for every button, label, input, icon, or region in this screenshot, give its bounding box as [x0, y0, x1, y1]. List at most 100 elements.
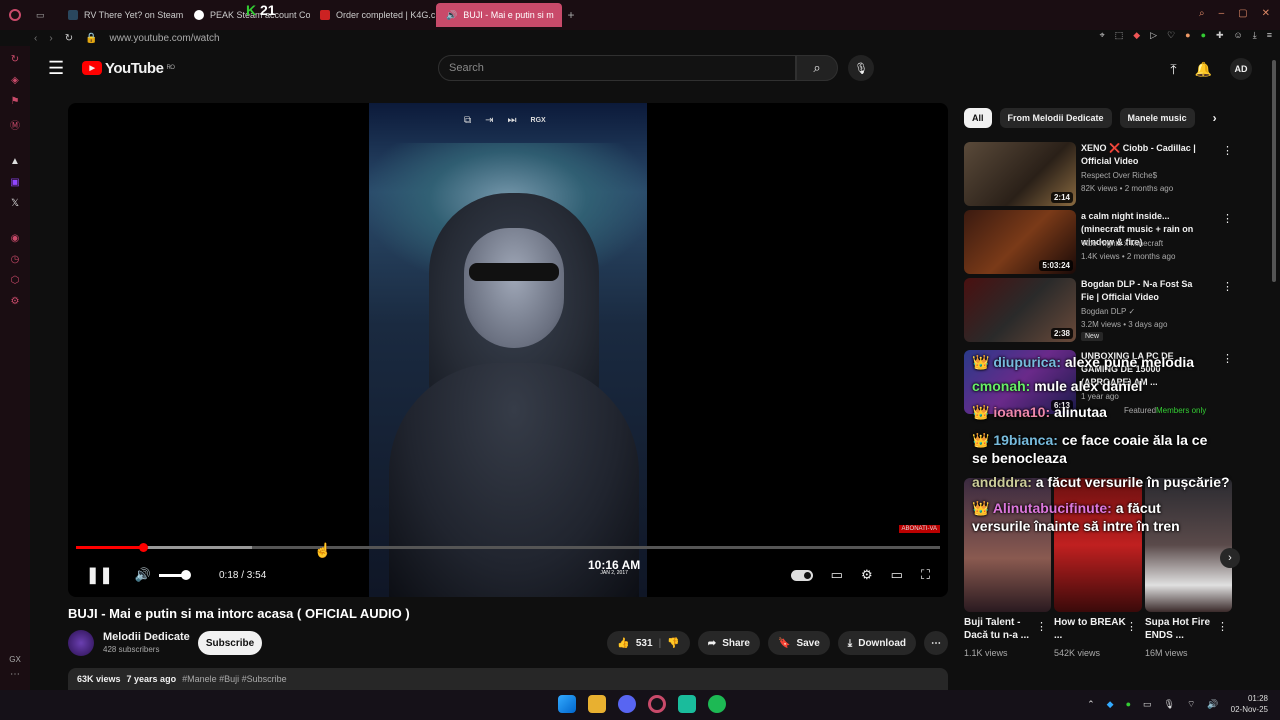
back-icon[interactable]: ‹ — [34, 33, 37, 44]
download-button[interactable]: ⤓ Download — [837, 631, 916, 655]
puzzle-icon[interactable]: ✚ — [1216, 30, 1224, 41]
recommendation-item[interactable]: 2:38 Bogdan DLP - N-a Fost Sa Fie | Offi… — [964, 278, 1264, 342]
discord-icon[interactable] — [618, 695, 636, 713]
maximize-icon[interactable]: ▢ — [1238, 8, 1247, 19]
player-icon[interactable]: ◉ — [11, 233, 20, 244]
forward-icon[interactable]: › — [49, 33, 52, 44]
avatar[interactable]: AD — [1230, 58, 1252, 80]
close-icon[interactable]: ✕ — [1262, 8, 1270, 19]
wifi-icon[interactable]: ⌔ — [1187, 699, 1195, 710]
description-box[interactable]: 63K views 7 years ago #Manele #Buji #Subsc… — [68, 668, 948, 690]
more-vert-icon[interactable]: ⋮ — [1222, 212, 1233, 225]
clock[interactable]: 01:28 02-Nov-25 — [1231, 693, 1268, 715]
screenshot-icon[interactable]: ⬚ — [1115, 30, 1124, 41]
apps-icon[interactable]: ▲ — [10, 156, 20, 167]
more-actions-button[interactable]: ⋯ — [924, 631, 948, 655]
tab-workspace-icon[interactable]: ▭ — [30, 3, 58, 27]
page-scrollbar[interactable] — [1272, 60, 1276, 282]
recommendation-item[interactable]: 2:14 XENO ❌ Ciobb - Cadillac | Official … — [964, 142, 1264, 206]
hamburger-icon[interactable]: ☰ — [48, 58, 72, 79]
skip-icon[interactable]: ⏭ — [508, 115, 517, 126]
bag-icon[interactable]: ◈ — [11, 75, 19, 86]
tray-app-icon[interactable]: ● — [1126, 699, 1131, 709]
reload-icon[interactable]: ↻ — [65, 33, 73, 44]
recommendation-item[interactable]: 5:03:24 a calm night inside... (minecraf… — [964, 210, 1264, 274]
chevron-up-icon[interactable]: ⌃ — [1087, 699, 1095, 710]
start-windows-icon[interactable] — [558, 695, 576, 713]
spotify-icon[interactable] — [708, 695, 726, 713]
cube-icon[interactable]: ⬡ — [11, 275, 20, 286]
short-title[interactable]: How to BREAK ... — [1054, 616, 1134, 642]
video-player[interactable]: ⧉ ⇥ ⏭ RGX ABONATI-VA 10:16 AM JAN 2, 201… — [68, 103, 948, 597]
popout-icon[interactable]: ⧉ — [464, 115, 471, 126]
chip-all[interactable]: All — [964, 108, 992, 128]
opera-logo-icon[interactable] — [0, 9, 30, 21]
short-thumbnail[interactable] — [1144, 478, 1232, 612]
clock-icon[interactable]: ◷ — [11, 254, 20, 265]
settings-gear-icon[interactable]: ⚙ — [861, 567, 873, 583]
volume-tray-icon[interactable]: 🔊 — [1207, 699, 1218, 710]
download-icon[interactable]: ⤓ — [1253, 30, 1257, 41]
more-vert-icon[interactable]: ⋮ — [1222, 352, 1233, 365]
more-vert-icon[interactable]: ⋮ — [1126, 620, 1137, 633]
tab-steam[interactable]: RV There Yet? on Steam — [58, 3, 184, 27]
volume-icon[interactable]: 🔊 — [135, 567, 151, 583]
opera-gx-icon[interactable] — [648, 695, 666, 713]
search-button[interactable]: ⌕ — [796, 55, 838, 81]
bell-icon[interactable]: 🔔 — [1195, 61, 1212, 78]
extension-icon[interactable]: ● — [1185, 30, 1190, 41]
theater-mode-icon[interactable]: ▭ — [891, 567, 903, 583]
link-icon[interactable]: ⚑ — [11, 96, 20, 107]
search-input[interactable]: Search — [438, 55, 796, 81]
profile-icon[interactable]: ☺ — [1234, 30, 1243, 41]
tab-k4g[interactable]: Order completed | K4G.c — [310, 3, 436, 27]
rgx-label[interactable]: RGX — [531, 115, 546, 126]
more-vert-icon[interactable]: ⋮ — [1217, 620, 1228, 633]
subscribe-button[interactable]: Subscribe — [198, 631, 262, 655]
save-button[interactable]: 🔖 Save — [767, 631, 830, 655]
video-thumbnail[interactable]: 5:03:24 — [964, 210, 1076, 274]
youtube-logo[interactable]: ▶ YouTube RO — [82, 60, 175, 77]
more-icon[interactable]: ⋯ — [10, 669, 20, 680]
short-thumbnail[interactable] — [964, 478, 1052, 612]
chevron-right-icon[interactable]: › — [1213, 111, 1217, 125]
short-title[interactable]: Buji Talent - Dacă tu n-a ... — [964, 616, 1044, 642]
more-vert-icon[interactable]: ⋮ — [1222, 280, 1233, 293]
search-tabs-icon[interactable]: ⌕ — [1199, 8, 1205, 19]
voice-search-button[interactable]: 🎙 — [848, 55, 874, 81]
thumbs-down-icon[interactable]: 👎 — [667, 638, 679, 649]
extension-icon[interactable]: ● — [1201, 30, 1206, 41]
twitch-icon[interactable]: ▣ — [10, 177, 19, 188]
network-icon[interactable]: ▭ — [1143, 699, 1152, 710]
pin-icon[interactable]: ⌖ — [1100, 30, 1105, 41]
play-icon[interactable]: ▷ — [1150, 30, 1157, 41]
shorts-next-button[interactable]: › — [1220, 548, 1240, 568]
pause-button[interactable]: ❚❚ — [86, 565, 113, 585]
app-icon[interactable] — [678, 695, 696, 713]
url-field[interactable]: www.youtube.com/watch — [110, 33, 220, 44]
progress-handle[interactable] — [138, 543, 148, 552]
menu-icon[interactable]: ≡ — [1267, 30, 1272, 41]
chip-manele[interactable]: Manele music — [1119, 108, 1195, 128]
history-icon[interactable]: ↻ — [11, 54, 19, 65]
channel-avatar[interactable] — [68, 630, 94, 656]
enter-icon[interactable]: ⇥ — [485, 115, 493, 126]
messenger-icon[interactable]: Ⓜ — [10, 117, 20, 132]
more-vert-icon[interactable]: ⋮ — [1222, 144, 1233, 157]
minimize-icon[interactable]: – — [1219, 8, 1225, 19]
share-button[interactable]: ➦ Share — [697, 631, 760, 655]
channel-name[interactable]: Melodii Dedicate — [103, 631, 190, 643]
video-thumbnail[interactable]: 2:14 — [964, 142, 1076, 206]
channel-watermark[interactable]: ABONATI-VA — [898, 525, 940, 533]
shield-icon[interactable]: ◆ — [1133, 30, 1140, 41]
upload-icon[interactable]: ⤒ — [1170, 61, 1176, 78]
more-vert-icon[interactable]: ⋮ — [1036, 620, 1047, 633]
tray-app-icon[interactable]: ◆ — [1107, 699, 1114, 710]
settings-icon[interactable]: ⚙ — [11, 296, 20, 307]
autoplay-toggle[interactable] — [790, 569, 813, 581]
short-title[interactable]: Supa Hot Fire ENDS ... — [1145, 616, 1225, 642]
video-thumbnail[interactable]: 2:38 — [964, 278, 1076, 342]
subtitles-icon[interactable]: ▭ — [831, 567, 843, 583]
tab-youtube-active[interactable]: 🔊 BUJI - Mai e putin si m — [436, 3, 562, 27]
file-explorer-icon[interactable] — [588, 695, 606, 713]
